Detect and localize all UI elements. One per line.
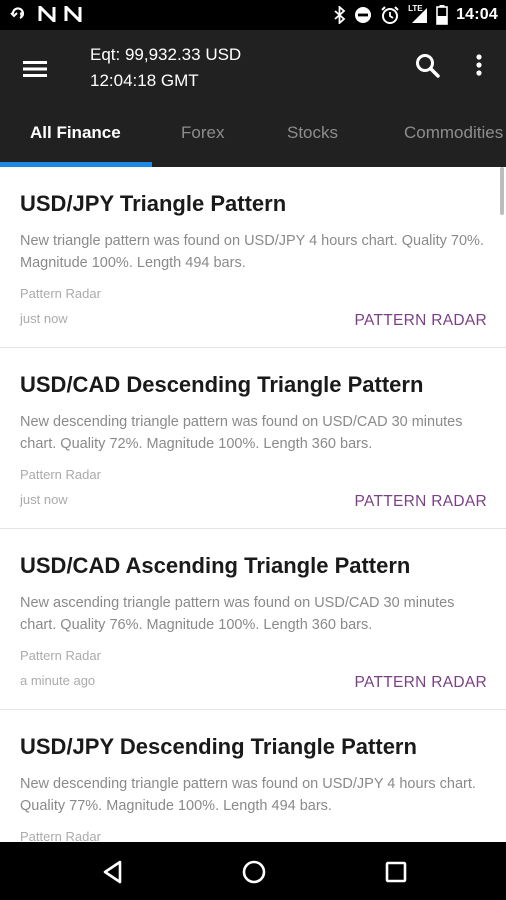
tab-commodities[interactable]: Commodities xyxy=(404,123,503,143)
battery-icon xyxy=(436,5,448,25)
signal-icon: LTE xyxy=(408,4,428,24)
account-summary: Eqt: 99,932.33 USD 12:04:18 GMT xyxy=(90,42,241,94)
n-notification-icon xyxy=(64,6,82,22)
item-category-link[interactable]: PATTERN RADAR xyxy=(354,493,487,511)
tab-stocks[interactable]: Stocks xyxy=(287,123,338,143)
more-vert-icon xyxy=(476,54,482,76)
item-title: USD/CAD Ascending Triangle Pattern xyxy=(20,553,411,578)
item-timestamp: just now xyxy=(20,492,68,507)
search-button[interactable] xyxy=(414,52,442,80)
category-tabs: All Finance Forex Stocks Commodities xyxy=(0,110,506,167)
tab-forex[interactable]: Forex xyxy=(181,123,224,143)
item-source: Pattern Radar xyxy=(20,648,101,663)
menu-button[interactable] xyxy=(20,54,50,84)
item-title: USD/CAD Descending Triangle Pattern xyxy=(20,372,424,397)
list-item[interactable]: USD/CAD Descending Triangle Pattern New … xyxy=(0,348,506,529)
list-item[interactable]: USD/CAD Ascending Triangle Pattern New a… xyxy=(0,529,506,710)
home-button[interactable] xyxy=(240,858,268,886)
recents-button[interactable] xyxy=(382,858,410,886)
home-icon xyxy=(242,860,266,884)
item-title: USD/JPY Descending Triangle Pattern xyxy=(20,734,417,759)
app-bar: Eqt: 99,932.33 USD 12:04:18 GMT xyxy=(0,30,506,110)
list-item[interactable]: USD/JPY Triangle Pattern New triangle pa… xyxy=(0,167,506,348)
item-category-link[interactable]: PATTERN RADAR xyxy=(354,674,487,692)
status-bar: LTE 14:04 xyxy=(0,0,506,30)
equity-value: Eqt: 99,932.33 USD xyxy=(90,45,242,64)
bluetooth-icon xyxy=(334,6,346,24)
feed-scrollbar[interactable] xyxy=(500,167,504,215)
item-title: USD/JPY Triangle Pattern xyxy=(20,191,287,216)
item-source: Pattern Radar xyxy=(20,829,101,842)
alarm-icon xyxy=(380,5,400,25)
item-category-link[interactable]: PATTERN RADAR xyxy=(354,312,487,330)
item-source: Pattern Radar xyxy=(20,467,101,482)
n-notification-icon xyxy=(38,6,56,22)
hamburger-menu-icon xyxy=(23,61,47,77)
item-description: New descending triangle pattern was foun… xyxy=(20,414,463,452)
list-item[interactable]: USD/JPY Descending Triangle Pattern New … xyxy=(0,710,506,842)
search-icon xyxy=(416,54,440,78)
item-description: New descending triangle pattern was foun… xyxy=(20,776,476,814)
item-source: Pattern Radar xyxy=(20,286,101,301)
do-not-disturb-icon xyxy=(354,6,372,24)
vpn-key-icon xyxy=(10,6,30,22)
item-timestamp: just now xyxy=(20,311,68,326)
gmt-clock: 12:04:18 GMT xyxy=(90,71,199,90)
back-icon xyxy=(103,860,122,884)
status-bar-time: 14:04 xyxy=(456,6,498,23)
more-options-button[interactable] xyxy=(468,52,490,80)
tab-all-finance[interactable]: All Finance xyxy=(30,123,121,143)
news-feed[interactable]: USD/JPY Triangle Pattern New triangle pa… xyxy=(0,167,506,842)
item-description: New ascending triangle pattern was found… xyxy=(20,595,455,633)
item-timestamp: a minute ago xyxy=(20,673,96,688)
status-bar-notifications xyxy=(10,6,82,22)
back-button[interactable] xyxy=(99,858,127,886)
item-description: New triangle pattern was found on USD/JP… xyxy=(20,233,484,271)
recents-icon xyxy=(385,861,407,883)
system-navigation-bar xyxy=(0,842,506,900)
status-bar-system: LTE 14:04 xyxy=(334,4,498,25)
